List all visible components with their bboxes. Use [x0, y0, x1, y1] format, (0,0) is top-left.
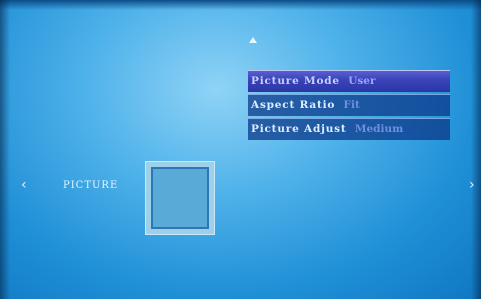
menu-item-label: Aspect Ratio [251, 99, 336, 111]
section-label: PICTURE [63, 180, 119, 191]
menu-item-aspect-ratio[interactable]: Aspect Ratio Fit [248, 94, 450, 116]
screen-bezel-top [0, 0, 481, 10]
osd-menu: Picture Mode User Aspect Ratio Fit Pictu… [248, 70, 450, 142]
menu-item-picture-adjust[interactable]: Picture Adjust Medium [248, 118, 450, 140]
menu-item-value: User [348, 75, 376, 87]
menu-item-value: Medium [354, 123, 404, 135]
menu-item-value: Fit [343, 99, 360, 111]
chevron-left-icon[interactable]: ‹ [21, 178, 27, 192]
picture-icon[interactable] [145, 161, 215, 235]
screen-bezel-left [0, 0, 10, 299]
chevron-right-icon[interactable]: › [469, 178, 475, 192]
menu-item-label: Picture Mode [251, 75, 340, 87]
menu-item-label: Picture Adjust [251, 123, 347, 135]
screen-bezel-right [471, 0, 481, 299]
picture-icon-inner [151, 167, 209, 229]
menu-item-picture-mode[interactable]: Picture Mode User [248, 70, 450, 92]
up-arrow-icon[interactable] [249, 37, 257, 43]
